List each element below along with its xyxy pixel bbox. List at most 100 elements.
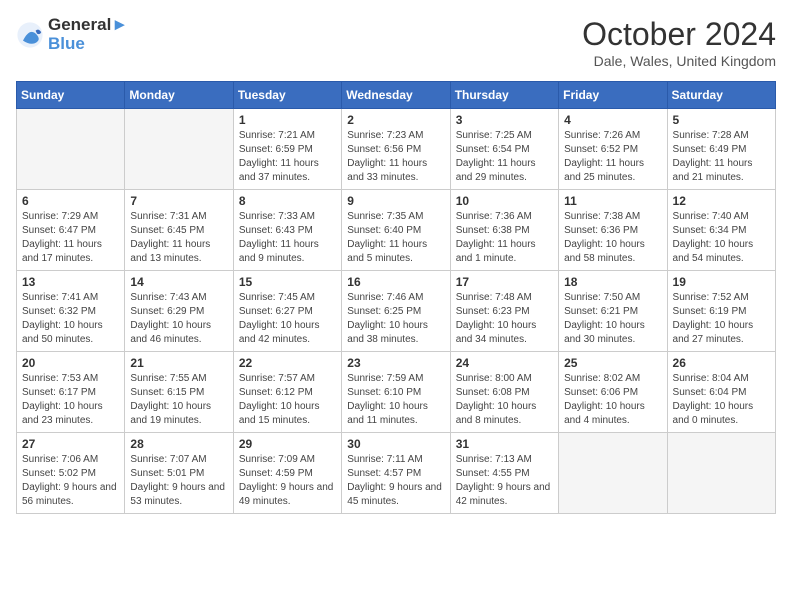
day-info: Sunrise: 7:31 AMSunset: 6:45 PMDaylight:… xyxy=(130,210,227,266)
day-info: Sunrise: 7:38 AMSunset: 6:36 PMDaylight:… xyxy=(564,210,661,266)
day-info: Sunrise: 7:55 AMSunset: 6:15 PMDaylight:… xyxy=(130,372,227,428)
logo: General► Blue xyxy=(16,16,128,53)
week-row-4: 20Sunrise: 7:53 AMSunset: 6:17 PMDayligh… xyxy=(17,352,776,433)
day-info: Sunrise: 7:23 AMSunset: 6:56 PMDaylight:… xyxy=(347,129,444,185)
day-info: Sunrise: 7:46 AMSunset: 6:25 PMDaylight:… xyxy=(347,291,444,347)
calendar-cell: 12Sunrise: 7:40 AMSunset: 6:34 PMDayligh… xyxy=(667,190,775,271)
logo-text: General► Blue xyxy=(48,16,128,53)
day-number: 3 xyxy=(456,113,553,127)
day-info: Sunrise: 7:28 AMSunset: 6:49 PMDaylight:… xyxy=(673,129,770,185)
day-number: 24 xyxy=(456,356,553,370)
day-number: 7 xyxy=(130,194,227,208)
day-number: 31 xyxy=(456,437,553,451)
day-number: 28 xyxy=(130,437,227,451)
day-number: 21 xyxy=(130,356,227,370)
day-info: Sunrise: 7:40 AMSunset: 6:34 PMDaylight:… xyxy=(673,210,770,266)
day-number: 10 xyxy=(456,194,553,208)
day-info: Sunrise: 7:21 AMSunset: 6:59 PMDaylight:… xyxy=(239,129,336,185)
day-number: 27 xyxy=(22,437,119,451)
week-row-1: 1 Sunrise: 7:21 AMSunset: 6:59 PMDaylight… xyxy=(17,109,776,190)
calendar-cell: 18 Sunrise: 7:50 AMSunset: 6:21 PMDayligh… xyxy=(559,271,667,352)
calendar-cell: 13 Sunrise: 7:41 AMSunset: 6:32 PMDayligh… xyxy=(17,271,125,352)
title-block: October 2024 Dale, Wales, United Kingdom xyxy=(582,16,776,69)
day-info: Sunrise: 7:06 AMSunset: 5:02 PMDaylight:… xyxy=(22,453,119,509)
day-number: 11 xyxy=(564,194,661,208)
day-info: Sunrise: 7:13 AMSunset: 4:55 PMDaylight:… xyxy=(456,453,553,509)
day-number: 1 xyxy=(239,113,336,127)
month-title: October 2024 xyxy=(582,16,776,53)
day-number: 13 xyxy=(22,275,119,289)
day-info: Sunrise: 7:41 AMSunset: 6:32 PMDaylight:… xyxy=(22,291,119,347)
day-info: Sunrise: 7:29 AMSunset: 6:47 PMDaylight:… xyxy=(22,210,119,266)
day-info: Sunrise: 7:52 AMSunset: 6:19 PMDaylight:… xyxy=(673,291,770,347)
day-number: 4 xyxy=(564,113,661,127)
week-row-3: 13 Sunrise: 7:41 AMSunset: 6:32 PMDayligh… xyxy=(17,271,776,352)
location-subtitle: Dale, Wales, United Kingdom xyxy=(582,53,776,69)
calendar-cell: 22 Sunrise: 7:57 AMSunset: 6:12 PMDayligh… xyxy=(233,352,341,433)
column-header-thursday: Thursday xyxy=(450,82,558,109)
calendar-cell: 25 Sunrise: 8:02 AMSunset: 6:06 PMDayligh… xyxy=(559,352,667,433)
day-number: 14 xyxy=(130,275,227,289)
day-number: 29 xyxy=(239,437,336,451)
day-number: 25 xyxy=(564,356,661,370)
day-number: 19 xyxy=(673,275,770,289)
day-info: Sunrise: 7:25 AMSunset: 6:54 PMDaylight:… xyxy=(456,129,553,185)
day-number: 8 xyxy=(239,194,336,208)
day-info: Sunrise: 7:50 AMSunset: 6:21 PMDaylight:… xyxy=(564,291,661,347)
calendar-cell: 10Sunrise: 7:36 AMSunset: 6:38 PMDayligh… xyxy=(450,190,558,271)
calendar-cell: 14 Sunrise: 7:43 AMSunset: 6:29 PMDayligh… xyxy=(125,271,233,352)
calendar-cell: 24 Sunrise: 8:00 AMSunset: 6:08 PMDayligh… xyxy=(450,352,558,433)
calendar-table: SundayMondayTuesdayWednesdayThursdayFrid… xyxy=(16,81,776,514)
day-info: Sunrise: 7:53 AMSunset: 6:17 PMDaylight:… xyxy=(22,372,119,428)
calendar-cell: 3 Sunrise: 7:25 AMSunset: 6:54 PMDaylight… xyxy=(450,109,558,190)
calendar-cell: 17Sunrise: 7:48 AMSunset: 6:23 PMDayligh… xyxy=(450,271,558,352)
day-info: Sunrise: 7:11 AMSunset: 4:57 PMDaylight:… xyxy=(347,453,444,509)
day-number: 22 xyxy=(239,356,336,370)
day-info: Sunrise: 7:57 AMSunset: 6:12 PMDaylight:… xyxy=(239,372,336,428)
day-number: 9 xyxy=(347,194,444,208)
page-header: General► Blue October 2024 Dale, Wales, … xyxy=(16,16,776,69)
column-header-monday: Monday xyxy=(125,82,233,109)
day-info: Sunrise: 7:35 AMSunset: 6:40 PMDaylight:… xyxy=(347,210,444,266)
day-number: 18 xyxy=(564,275,661,289)
day-info: Sunrise: 7:09 AMSunset: 4:59 PMDaylight:… xyxy=(239,453,336,509)
day-info: Sunrise: 8:02 AMSunset: 6:06 PMDaylight:… xyxy=(564,372,661,428)
day-info: Sunrise: 8:00 AMSunset: 6:08 PMDaylight:… xyxy=(456,372,553,428)
day-number: 16 xyxy=(347,275,444,289)
day-info: Sunrise: 7:43 AMSunset: 6:29 PMDaylight:… xyxy=(130,291,227,347)
calendar-cell xyxy=(667,433,775,514)
calendar-cell: 6 Sunrise: 7:29 AMSunset: 6:47 PMDaylight… xyxy=(17,190,125,271)
calendar-cell: 30 Sunrise: 7:11 AMSunset: 4:57 PMDayligh… xyxy=(342,433,450,514)
calendar-cell: 28 Sunrise: 7:07 AMSunset: 5:01 PMDayligh… xyxy=(125,433,233,514)
day-number: 30 xyxy=(347,437,444,451)
logo-icon xyxy=(16,21,44,49)
day-info: Sunrise: 7:48 AMSunset: 6:23 PMDaylight:… xyxy=(456,291,553,347)
calendar-cell: 29 Sunrise: 7:09 AMSunset: 4:59 PMDayligh… xyxy=(233,433,341,514)
calendar-cell: 19 Sunrise: 7:52 AMSunset: 6:19 PMDayligh… xyxy=(667,271,775,352)
calendar-cell: 27 Sunrise: 7:06 AMSunset: 5:02 PMDayligh… xyxy=(17,433,125,514)
day-info: Sunrise: 7:07 AMSunset: 5:01 PMDaylight:… xyxy=(130,453,227,509)
column-header-saturday: Saturday xyxy=(667,82,775,109)
column-header-friday: Friday xyxy=(559,82,667,109)
calendar-cell: 8Sunrise: 7:33 AMSunset: 6:43 PMDaylight… xyxy=(233,190,341,271)
day-info: Sunrise: 7:26 AMSunset: 6:52 PMDaylight:… xyxy=(564,129,661,185)
calendar-cell: 23 Sunrise: 7:59 AMSunset: 6:10 PMDayligh… xyxy=(342,352,450,433)
calendar-cell: 21 Sunrise: 7:55 AMSunset: 6:15 PMDayligh… xyxy=(125,352,233,433)
week-row-5: 27 Sunrise: 7:06 AMSunset: 5:02 PMDayligh… xyxy=(17,433,776,514)
day-number: 5 xyxy=(673,113,770,127)
calendar-cell: 5 Sunrise: 7:28 AMSunset: 6:49 PMDaylight… xyxy=(667,109,775,190)
calendar-cell: 16 Sunrise: 7:46 AMSunset: 6:25 PMDayligh… xyxy=(342,271,450,352)
day-number: 26 xyxy=(673,356,770,370)
day-number: 6 xyxy=(22,194,119,208)
calendar-cell: 31 Sunrise: 7:13 AMSunset: 4:55 PMDayligh… xyxy=(450,433,558,514)
calendar-cell: 9 Sunrise: 7:35 AMSunset: 6:40 PMDaylight… xyxy=(342,190,450,271)
day-info: Sunrise: 7:45 AMSunset: 6:27 PMDaylight:… xyxy=(239,291,336,347)
calendar-cell: 20Sunrise: 7:53 AMSunset: 6:17 PMDayligh… xyxy=(17,352,125,433)
column-header-sunday: Sunday xyxy=(17,82,125,109)
calendar-cell: 4 Sunrise: 7:26 AMSunset: 6:52 PMDaylight… xyxy=(559,109,667,190)
day-number: 23 xyxy=(347,356,444,370)
calendar-cell: 15Sunrise: 7:45 AMSunset: 6:27 PMDayligh… xyxy=(233,271,341,352)
calendar-cell: 11 Sunrise: 7:38 AMSunset: 6:36 PMDayligh… xyxy=(559,190,667,271)
calendar-cell: 1 Sunrise: 7:21 AMSunset: 6:59 PMDaylight… xyxy=(233,109,341,190)
day-info: Sunrise: 7:59 AMSunset: 6:10 PMDaylight:… xyxy=(347,372,444,428)
